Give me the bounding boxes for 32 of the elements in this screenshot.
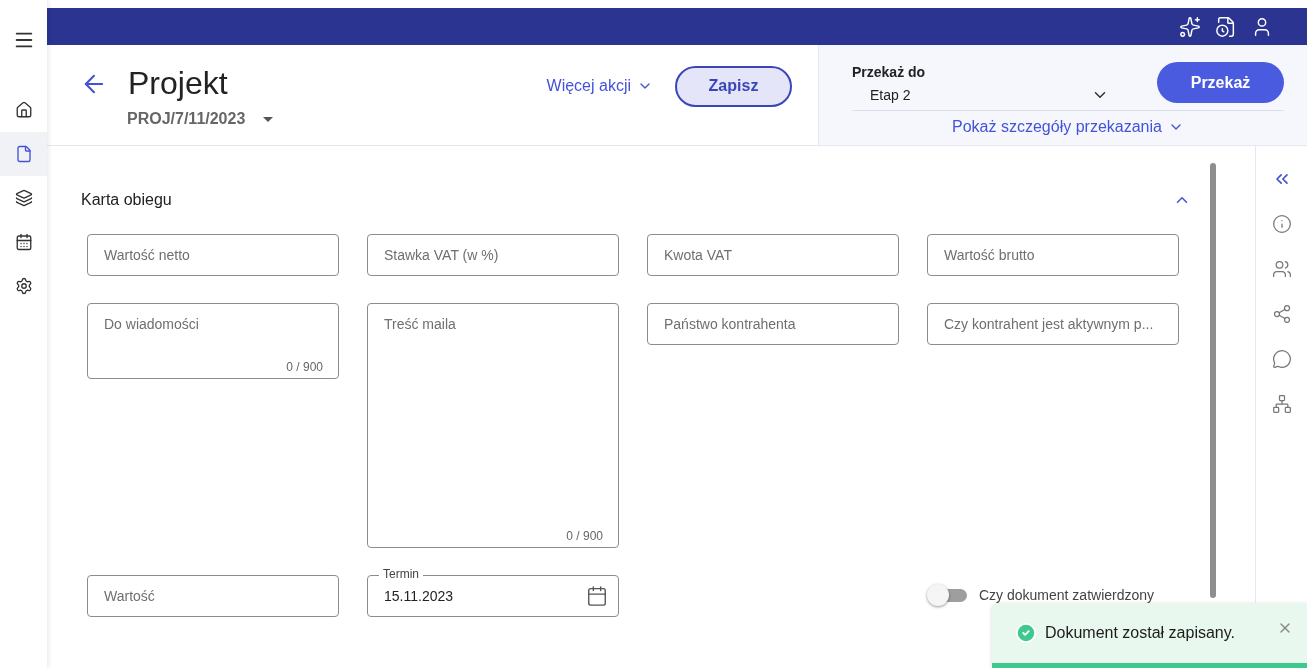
stage-select[interactable]: Przekaż do Etap 2 (852, 64, 1157, 104)
input-field[interactable]: Wartość netto (87, 234, 339, 276)
input-field[interactable]: Czy kontrahent jest aktywnym p... (927, 303, 1179, 345)
char-counter: 0 / 900 (286, 360, 323, 374)
input-field[interactable]: Kwota VAT (647, 234, 899, 276)
share-icon[interactable] (1271, 304, 1292, 324)
comment-icon[interactable] (1271, 349, 1292, 369)
field-label: Termin (379, 567, 423, 581)
file-clock-icon[interactable] (1215, 15, 1237, 38)
info-icon[interactable] (1271, 214, 1292, 234)
section-title: Karta obiegu (81, 191, 172, 209)
users-icon[interactable] (1271, 259, 1292, 279)
scrollbar[interactable] (1210, 163, 1216, 598)
save-button[interactable]: Zapisz (675, 65, 792, 107)
input-field[interactable]: Stawka VAT (w %) (367, 234, 619, 276)
input-field[interactable]: Wartość (87, 575, 339, 617)
page-title: Projekt (128, 65, 228, 102)
transfer-button[interactable]: Przekaż (1157, 62, 1284, 103)
toggle-switch[interactable] (927, 584, 967, 606)
more-actions-link[interactable]: Więcej akcji (546, 77, 653, 95)
sparkles-icon[interactable] (1179, 15, 1201, 38)
input-field[interactable]: Państwo kontrahenta (647, 303, 899, 345)
toggle-label: Czy dokument zatwierdzony (979, 587, 1155, 603)
caret-icon (263, 116, 274, 122)
char-counter: 0 / 900 (566, 529, 603, 543)
hierarchy-icon[interactable] (1271, 394, 1292, 414)
transfer-details-link[interactable]: Pokaż szczegóły przekazania (952, 118, 1184, 136)
toast-message: Dokument został zapisany. (1045, 624, 1236, 642)
calendar-icon[interactable] (586, 585, 608, 607)
document-number-dropdown[interactable]: PROJ/7/11/2023 (127, 110, 274, 128)
input-field[interactable]: Wartość brutto (927, 234, 1179, 276)
check-icon (1015, 622, 1037, 644)
